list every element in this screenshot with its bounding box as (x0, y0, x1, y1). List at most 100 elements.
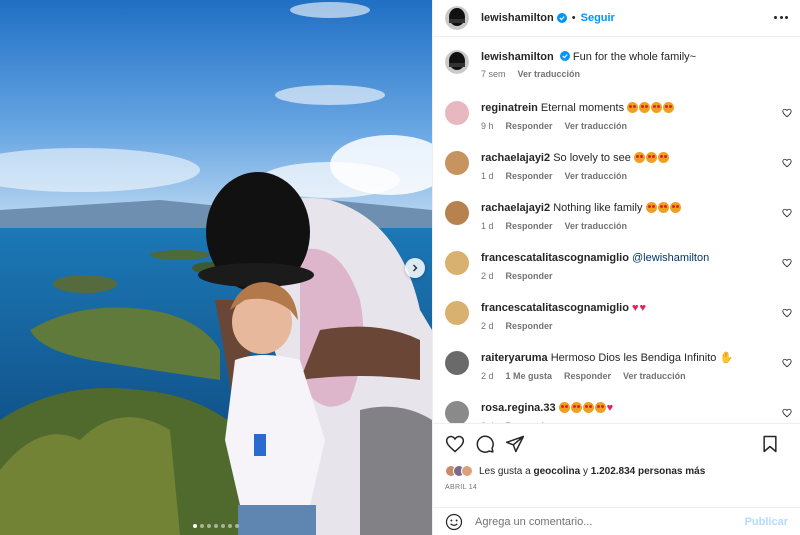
post-date[interactable]: ABRIL 14 (445, 484, 477, 491)
comment-text: Nothing like family (553, 202, 643, 214)
comments-list[interactable]: lewishamilton Fun for the whole family~ … (433, 38, 800, 423)
heart-eyes-emoji-icon (633, 152, 645, 163)
post-caption: lewishamilton Fun for the whole family~ … (433, 50, 800, 79)
emoji-smile-icon[interactable] (445, 513, 463, 531)
comment-icon[interactable] (475, 434, 495, 454)
more-options-icon[interactable] (774, 10, 788, 24)
author-avatar[interactable] (445, 50, 469, 74)
chevron-right-icon (413, 264, 418, 272)
carousel-dot (214, 524, 218, 528)
comment-like-icon[interactable] (782, 208, 792, 218)
likes-count[interactable]: 1.202.834 personas más (591, 466, 706, 477)
comment-like-icon[interactable] (782, 408, 792, 418)
comment-username[interactable]: francescatalitascognamiglio (481, 302, 629, 314)
comment-like-icon[interactable] (782, 108, 792, 118)
comment-time[interactable]: 1 d (481, 221, 494, 231)
share-icon[interactable] (505, 434, 525, 454)
liker-avatars[interactable] (445, 465, 473, 477)
comment-item: francescatalitascognamiglio @lewishamilt… (433, 251, 800, 281)
comment-like-icon[interactable] (782, 308, 792, 318)
carousel-dot (207, 524, 211, 528)
comment-input[interactable] (475, 515, 745, 528)
comment-item: reginatrein Eternal moments 9 h Responder… (433, 101, 800, 131)
like-heart-icon[interactable] (445, 434, 465, 454)
post-header: lewishamilton • Seguir (433, 0, 800, 37)
red-heart-emoji-icon: ♥ (606, 402, 614, 414)
heart-eyes-emoji-icon (582, 402, 594, 413)
translate-link[interactable]: Ver traducción (565, 171, 628, 181)
author-avatar[interactable] (445, 6, 469, 30)
comment-likes[interactable]: 1 Me gusta (506, 371, 553, 381)
comment-text: So lovely to see (553, 152, 631, 164)
comment-item: raiteryaruma Hermoso Dios les Bendiga In… (433, 351, 800, 381)
heart-eyes-emoji-icon (669, 202, 681, 213)
comment-username[interactable]: reginatrein (481, 102, 538, 114)
comment-mention[interactable]: @lewishamilton (632, 252, 709, 264)
likes-user[interactable]: geocolina (534, 466, 581, 477)
comment-username[interactable]: rosa.regina.33 (481, 402, 556, 414)
commenter-avatar[interactable] (445, 301, 469, 325)
carousel-dot (228, 524, 232, 528)
post-image[interactable] (0, 0, 432, 535)
comment-reactions (633, 152, 670, 164)
photo-scene (0, 0, 432, 535)
comment-item: rachaelajayi2 So lovely to see 1 d Respon… (433, 151, 800, 181)
likes-middle: y (582, 465, 588, 477)
comment-reactions: ✋ (719, 352, 733, 364)
comment-username[interactable]: raiteryaruma (481, 352, 548, 364)
comment-username[interactable]: rachaelajayi2 (481, 202, 550, 214)
red-heart-emoji-icon: ♥ (632, 302, 639, 314)
instagram-post-modal: lewishamilton • Seguir lewishamilton Fun… (0, 0, 800, 535)
verified-badge-icon (556, 13, 567, 23)
translate-link[interactable]: Ver traducción (518, 69, 581, 79)
translate-link[interactable]: Ver traducción (565, 121, 628, 131)
reply-button[interactable]: Responder (506, 171, 553, 181)
comment-item: rachaelajayi2 Nothing like family 1 d Res… (433, 201, 800, 231)
likes-prefix: Les gusta a (479, 465, 531, 477)
comment-like-icon[interactable] (782, 158, 792, 168)
translate-link[interactable]: Ver traducción (623, 371, 686, 381)
reply-button[interactable]: Responder (506, 271, 553, 281)
comment-time[interactable]: 9 h (481, 121, 494, 131)
reply-button[interactable]: Responder (564, 371, 611, 381)
comment-like-icon[interactable] (782, 358, 792, 368)
caption-text: Fun for the whole family~ (572, 51, 697, 63)
translate-link[interactable]: Ver traducción (565, 221, 628, 231)
praying-hands-emoji-icon: ✋ (719, 352, 734, 364)
heart-eyes-emoji-icon (645, 152, 657, 163)
author-username[interactable]: lewishamilton (481, 12, 554, 24)
comment-item: rosa.regina.33 ♥2 dResponder (433, 401, 800, 423)
commenter-avatar[interactable] (445, 401, 469, 423)
reply-button[interactable]: Responder (506, 121, 553, 131)
carousel-dot (221, 524, 225, 528)
heart-eyes-emoji-icon (663, 102, 675, 113)
reply-button[interactable]: Responder (506, 221, 553, 231)
post-side-panel: lewishamilton • Seguir lewishamilton Fun… (432, 0, 800, 535)
reply-button[interactable]: Responder (506, 321, 553, 331)
comment-username[interactable]: francescatalitascognamiglio (481, 252, 629, 264)
save-bookmark-icon[interactable] (760, 434, 780, 454)
comment-like-icon[interactable] (782, 258, 792, 268)
caption-username[interactable]: lewishamilton (481, 51, 554, 63)
caption-time[interactable]: 7 sem (481, 69, 506, 79)
comment-time[interactable]: 2 d (481, 371, 494, 381)
comment-username[interactable]: rachaelajayi2 (481, 152, 550, 164)
commenter-avatar[interactable] (445, 151, 469, 175)
comment-reactions: ♥ (558, 402, 615, 414)
commenter-avatar[interactable] (445, 201, 469, 225)
publish-button[interactable]: Publicar (745, 516, 788, 528)
commenter-avatar[interactable] (445, 251, 469, 275)
carousel-indicator (0, 524, 432, 528)
verified-badge-icon (559, 51, 570, 61)
comment-text: Eternal moments (540, 102, 625, 114)
heart-eyes-emoji-icon (657, 152, 669, 163)
comment-time[interactable]: 1 d (481, 171, 494, 181)
commenter-avatar[interactable] (445, 101, 469, 125)
follow-button[interactable]: Seguir (581, 12, 615, 24)
comment-time[interactable]: 2 d (481, 271, 494, 281)
header-separator: • (571, 12, 576, 24)
comment-time[interactable]: 2 d (481, 321, 494, 331)
commenter-avatar[interactable] (445, 351, 469, 375)
red-heart-emoji-icon: ♥ (639, 302, 647, 314)
next-slide-button[interactable] (405, 258, 425, 278)
